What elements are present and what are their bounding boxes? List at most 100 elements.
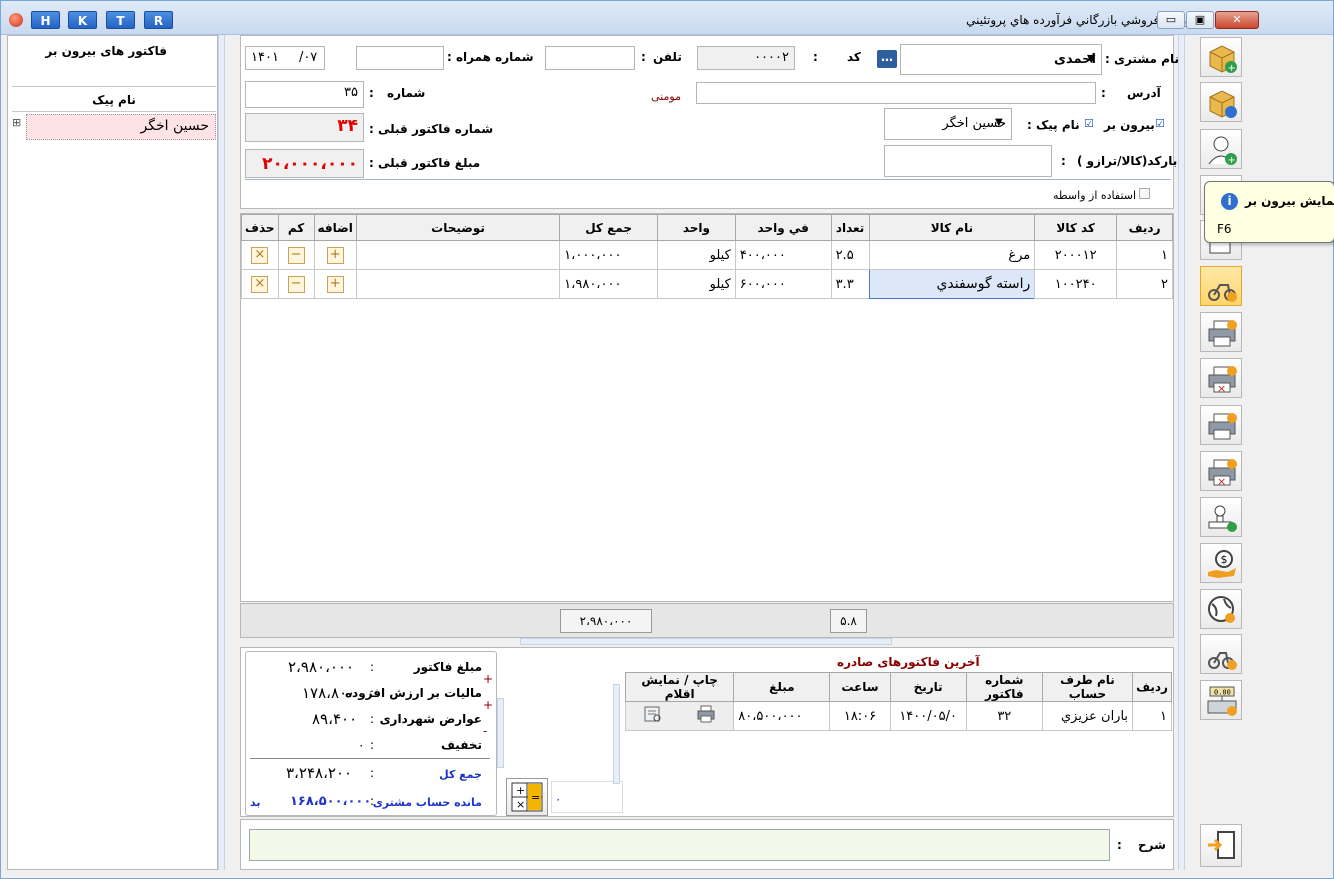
col-row: ردیف	[1116, 214, 1173, 241]
table-row[interactable]: ۲ ۱۰۰۲۴۰ راسته گوسفندي ۳.۳ ۶۰۰،۰۰۰ کیلو …	[241, 269, 1173, 299]
phone-input[interactable]	[545, 46, 635, 70]
minimize-button[interactable]: ▭	[1157, 11, 1185, 29]
prev-invoice-no-field: ۳۴	[245, 113, 364, 142]
code-input[interactable]: ۰۰۰۰۲	[697, 46, 795, 70]
show-courier-button[interactable]	[1200, 266, 1242, 306]
table-row[interactable]: ۱ ۲۰۰۰۱۲ مرغ ۲.۵ ۴۰۰،۰۰۰ کیلو ۱،۰۰۰،۰۰۰ …	[241, 240, 1173, 270]
cell-unit-price[interactable]: ۴۰۰،۰۰۰	[734, 240, 832, 270]
mobile-input[interactable]	[356, 46, 444, 70]
exchange-button[interactable]	[1200, 589, 1242, 629]
k-button[interactable]: K	[68, 11, 97, 29]
col-unit-price: في واحد	[734, 214, 832, 241]
bottom-splitter[interactable]	[520, 638, 892, 645]
lookup-button[interactable]: …	[877, 50, 897, 68]
courier-list-item[interactable]: حسین اخگر	[26, 114, 216, 140]
description-colon: :	[1117, 838, 1122, 852]
cell-name[interactable]: مرغ	[868, 240, 1036, 270]
cell-actions	[624, 701, 735, 731]
print-button[interactable]	[680, 705, 734, 727]
expand-icon[interactable]: ⊞	[12, 116, 21, 129]
add-button[interactable]: +	[326, 275, 344, 293]
new-product-button[interactable]: +	[1200, 37, 1242, 77]
print-invoice-button[interactable]	[1200, 312, 1242, 352]
barcode-label: بارکد(کالا/ترازو )	[1077, 154, 1178, 168]
minus-button[interactable]: −	[287, 275, 305, 293]
printer-question-icon	[1208, 413, 1237, 440]
description-label: شرح	[1138, 838, 1166, 852]
cell-qty[interactable]: ۲.۵	[830, 240, 870, 270]
payment-button[interactable]: $	[1200, 543, 1242, 583]
cell-name[interactable]: راسته گوسفندي	[868, 269, 1036, 299]
courier-tooltip: i نمایش بیرون بر F6	[1204, 181, 1334, 243]
intermediary-checkbox[interactable]	[1139, 188, 1150, 199]
t-button[interactable]: T	[106, 11, 135, 29]
summary-splitter[interactable]	[497, 698, 504, 768]
table-row[interactable]: ۱ باران عزیزي ۳۲ ۱۴۰۰/۰۵/۰ ۱۸:۰۶ ۸۰،۵۰۰،…	[624, 701, 1172, 731]
stamp-approve-button[interactable]	[1200, 497, 1242, 537]
description-bar: : شرح	[240, 819, 1174, 870]
cell-desc[interactable]	[355, 240, 561, 270]
print-preview-button[interactable]	[1200, 405, 1242, 445]
svg-text:=: =	[531, 791, 540, 804]
courier-name-checkbox[interactable]: ☑	[1084, 117, 1094, 130]
cell-total: ۱،۹۸۰،۰۰۰	[559, 269, 658, 299]
divider	[245, 179, 1171, 180]
cancel-preview-button[interactable]: ×	[1200, 451, 1242, 491]
chevron-down-icon: ▼	[1087, 52, 1096, 65]
calculator-button[interactable]: + × =	[506, 778, 548, 816]
show-items-icon	[644, 706, 661, 722]
courier-name-select[interactable]: حسین اخگر ▼	[884, 108, 1012, 140]
description-input[interactable]	[249, 829, 1110, 861]
summary-row-invoice: ۲،۹۸۰،۰۰۰ : مبلغ فاكتور +	[288, 658, 494, 686]
svg-text:×: ×	[1217, 382, 1226, 395]
cell-invoice-no[interactable]: ۳۲	[965, 701, 1043, 731]
delete-button[interactable]: ×	[251, 246, 269, 264]
cell-code[interactable]: ۲۰۰۰۱۲	[1034, 240, 1118, 270]
summary-row-municipal: ۸۹،۴۰۰ : عوارض شهرداری -	[312, 710, 488, 738]
cell-party[interactable]: باران عزیزي	[1041, 701, 1134, 731]
h-button[interactable]: H	[31, 11, 60, 29]
col-print-show: چاپ / نمایش اقلام	[624, 672, 735, 702]
customer-select[interactable]: احمدی ▼	[900, 44, 1102, 75]
invoice-header-form: ۱۴۰۱/۰۷ شماره همراه : : تلفن ۰۰۰۰۲ : کد …	[240, 35, 1179, 209]
date-field[interactable]: ۱۴۰۱/۰۷	[245, 46, 325, 70]
recent-splitter[interactable]	[613, 684, 620, 784]
left-panel-column-header: نام پیک	[12, 86, 216, 112]
cancel-print-button[interactable]: ×	[1200, 358, 1242, 398]
delete-button[interactable]: ×	[251, 275, 269, 293]
cell-code[interactable]: ۱۰۰۲۴۰	[1034, 269, 1118, 299]
close-button[interactable]: ✕	[1215, 11, 1259, 29]
cell-unit-price[interactable]: ۶۰۰،۰۰۰	[734, 269, 832, 299]
address-input[interactable]	[696, 82, 1096, 104]
cell-date[interactable]: ۱۴۰۰/۰۵/۰	[889, 701, 967, 731]
prev-invoice-amount-field: ۲۰،۰۰۰،۰۰۰	[245, 149, 364, 178]
show-items-button[interactable]	[626, 705, 680, 727]
add-button[interactable]: +	[326, 246, 344, 264]
col-party: نام طرف حساب	[1041, 672, 1134, 702]
bottom-panel: ۲،۹۸۰،۰۰۰ : مبلغ فاكتور + ۱۷۸،۸۰۰ : مالی…	[240, 647, 1174, 817]
customer-label: نام مشتری :	[1105, 52, 1179, 66]
r-button[interactable]: R	[144, 11, 173, 29]
barcode-input[interactable]	[884, 145, 1052, 177]
number-input[interactable]: ۳۵	[245, 81, 364, 108]
left-splitter[interactable]	[218, 35, 225, 870]
cell-desc[interactable]	[355, 269, 561, 299]
side-value-field: ۰	[551, 781, 623, 813]
restore-button[interactable]: ▣	[1186, 11, 1214, 29]
motorcycle-money-icon	[1208, 652, 1237, 670]
exit-button[interactable]	[1200, 824, 1242, 867]
cell-qty[interactable]: ۳.۳	[830, 269, 870, 299]
scale-button[interactable]: 0.00	[1200, 680, 1242, 720]
right-splitter[interactable]	[1178, 35, 1185, 870]
courier-payment-button[interactable]	[1200, 634, 1242, 674]
summary-box: ۲،۹۸۰،۰۰۰ : مبلغ فاكتور + ۱۷۸،۸۰۰ : مالی…	[245, 651, 497, 816]
courier-checkbox[interactable]: ☑	[1155, 117, 1165, 130]
cell-total: ۱،۰۰۰،۰۰۰	[559, 240, 658, 270]
col-row: ردیف	[1132, 672, 1172, 702]
minus-button[interactable]: −	[287, 246, 305, 264]
summary-divider	[250, 758, 490, 759]
edit-product-button[interactable]	[1200, 82, 1242, 122]
code-colon: :	[813, 50, 818, 64]
new-customer-button[interactable]: +	[1200, 129, 1242, 169]
cell-row: ۱	[1132, 701, 1172, 731]
